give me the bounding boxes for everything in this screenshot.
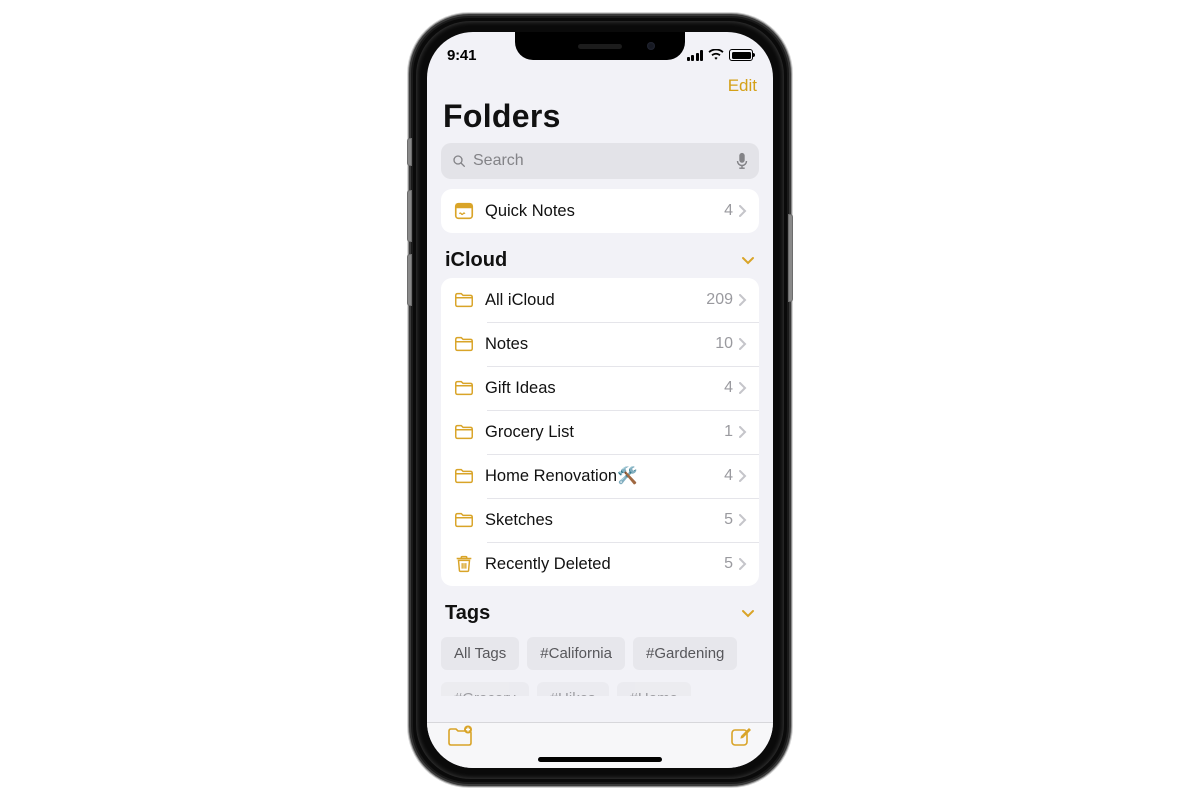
power-button[interactable]: [788, 214, 793, 302]
quick-note-icon: [453, 200, 475, 222]
volume-up-button[interactable]: [407, 190, 412, 242]
folder-row[interactable]: Home Renovation🛠️4: [441, 454, 759, 498]
chevron-right-icon: [739, 470, 747, 482]
cellular-signal-icon: [687, 50, 704, 61]
battery-icon: [729, 49, 753, 61]
tag-chip[interactable]: #Grocery: [441, 682, 529, 696]
chevron-down-icon: [741, 256, 755, 266]
folder-icon: [453, 509, 475, 531]
folder-label: All iCloud: [485, 291, 706, 310]
volume-down-button[interactable]: [407, 254, 412, 306]
folder-icon: [453, 289, 475, 311]
folder-icon: [453, 333, 475, 355]
tag-chip[interactable]: All Tags: [441, 637, 519, 670]
tags-row-clipped: #Grocery #Hikes #Home: [441, 676, 759, 696]
folder-icon: [453, 465, 475, 487]
folder-icon: [453, 377, 475, 399]
quick-notes-count: 4: [724, 202, 733, 220]
chevron-right-icon: [739, 382, 747, 394]
folder-row[interactable]: Notes10: [441, 322, 759, 366]
folder-label: Gift Ideas: [485, 379, 724, 398]
edit-button[interactable]: Edit: [728, 76, 757, 95]
compose-icon: [729, 725, 753, 749]
chevron-right-icon: [739, 205, 747, 217]
icloud-section-header[interactable]: iCloud: [441, 233, 759, 278]
folder-count: 4: [724, 379, 733, 397]
tags-header-label: Tags: [445, 602, 490, 625]
folder-plus-icon: [447, 725, 473, 747]
search-placeholder: Search: [473, 152, 735, 170]
chevron-right-icon: [739, 426, 747, 438]
folder-count: 4: [724, 467, 733, 485]
folder-count: 1: [724, 423, 733, 441]
quick-notes-row[interactable]: Quick Notes 4: [441, 189, 759, 233]
icloud-folder-list: All iCloud209Notes10Gift Ideas4Grocery L…: [441, 278, 759, 586]
chevron-right-icon: [739, 514, 747, 526]
nav-bar: Edit: [427, 72, 773, 96]
page-title: Folders: [427, 96, 773, 141]
wifi-icon: [708, 49, 724, 61]
phone-frame: 9:41 Edit Folders: [411, 16, 789, 784]
icloud-header-label: iCloud: [445, 249, 507, 272]
chevron-right-icon: [739, 294, 747, 306]
folder-count: 209: [706, 291, 733, 309]
folder-label: Grocery List: [485, 423, 724, 442]
home-indicator[interactable]: [538, 757, 662, 762]
tag-chip[interactable]: #California: [527, 637, 625, 670]
folder-count: 10: [715, 335, 733, 353]
earpiece-speaker: [578, 44, 622, 49]
status-time: 9:41: [447, 41, 476, 64]
folder-count: 5: [724, 511, 733, 529]
folder-label: Home Renovation🛠️: [485, 467, 724, 486]
trash-icon: [453, 553, 475, 575]
search-field[interactable]: Search: [441, 143, 759, 179]
front-camera: [647, 42, 655, 50]
chevron-down-icon: [741, 609, 755, 619]
tags-section-header[interactable]: Tags: [441, 586, 759, 631]
folder-label: Sketches: [485, 511, 724, 530]
folder-label: Recently Deleted: [485, 555, 724, 574]
folder-row[interactable]: Sketches5: [441, 498, 759, 542]
folder-icon: [453, 421, 475, 443]
dictate-icon[interactable]: [735, 152, 749, 170]
folder-row[interactable]: Gift Ideas4: [441, 366, 759, 410]
chevron-right-icon: [739, 558, 747, 570]
folder-count: 5: [724, 555, 733, 573]
compose-button[interactable]: [729, 725, 753, 754]
quick-notes-card: Quick Notes 4: [441, 189, 759, 233]
new-folder-button[interactable]: [447, 725, 473, 752]
folder-row[interactable]: Grocery List1: [441, 410, 759, 454]
tag-chip[interactable]: #Hikes: [537, 682, 609, 696]
quick-notes-label: Quick Notes: [485, 202, 724, 221]
chevron-right-icon: [739, 338, 747, 350]
folder-label: Notes: [485, 335, 715, 354]
search-icon: [451, 153, 467, 169]
screen: 9:41 Edit Folders: [427, 32, 773, 768]
folder-row[interactable]: All iCloud209: [441, 278, 759, 322]
tags-row: All Tags#California#Gardening: [441, 631, 759, 670]
notch: [515, 32, 685, 60]
notes-app: Edit Folders Search: [427, 32, 773, 768]
folder-row[interactable]: Recently Deleted5: [441, 542, 759, 586]
content-scroll[interactable]: Quick Notes 4 iCloud All iCloud209Notes1…: [427, 189, 773, 768]
tag-chip[interactable]: #Home: [617, 682, 691, 696]
mute-switch[interactable]: [407, 138, 412, 166]
tag-chip[interactable]: #Gardening: [633, 637, 737, 670]
